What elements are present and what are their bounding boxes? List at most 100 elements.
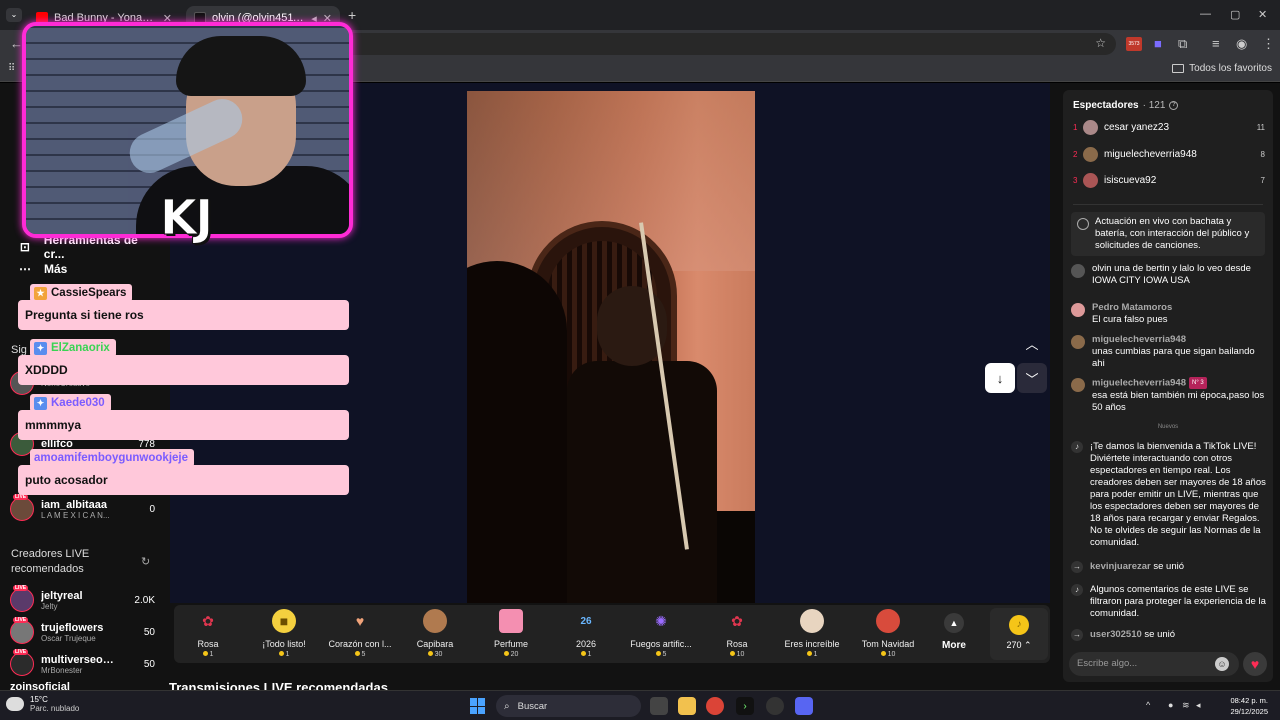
live-badge: LIVE	[13, 617, 29, 623]
refresh-icon[interactable]: ↻	[141, 555, 150, 568]
previous-live-button[interactable]: ︿	[1017, 328, 1047, 358]
weather-widget[interactable]: 15°C Parc. nublado	[6, 695, 79, 713]
extension-icon[interactable]: ■	[1154, 36, 1162, 51]
gift-item[interactable]: ✺ Fuegos artific... 5	[624, 609, 698, 659]
profile-icon[interactable]: ◉	[1236, 36, 1247, 52]
rose-icon: ✿	[202, 612, 214, 629]
gift-item[interactable]: Perfume 20	[474, 609, 548, 658]
sponge-icon: ■	[272, 609, 296, 633]
recommended-creator[interactable]: zoinsoficial	[10, 681, 155, 690]
top-viewer[interactable]: 2 miguelecheverria948 8	[1073, 145, 1265, 163]
gift-item[interactable]: Tom Navidad 10	[851, 609, 925, 658]
chat-input[interactable]: Escribe algo...	[1069, 652, 1239, 676]
santa-icon	[876, 609, 900, 633]
chat-panel: Espectadores · 121 ? 1 cesar yanez23 11 …	[1063, 90, 1273, 682]
apps-icon[interactable]: ⠿	[8, 63, 15, 74]
wifi-icon[interactable]: ≋	[1182, 700, 1190, 711]
gift-item[interactable]: ♥ Corazón con l... 5	[323, 609, 397, 658]
following-account[interactable]: LIVE iam_albitaaa L A M E X I C A N... 0	[10, 494, 155, 523]
perfume-icon	[499, 609, 523, 633]
coin-icon: ♪	[1009, 615, 1029, 635]
download-button[interactable]: ↓	[985, 363, 1015, 393]
overlay-chat-message: amoamifemboygunwookjeje puto acosador	[18, 449, 349, 495]
avatar: LIVE	[10, 617, 34, 644]
rank-badge: N° 3	[1189, 377, 1207, 389]
viewers-header[interactable]: Espectadores · 121 ?	[1073, 100, 1179, 111]
media-control-icon[interactable]: ≡	[1212, 36, 1220, 51]
live-video[interactable]	[467, 91, 755, 603]
fireworks-icon: ✺	[655, 612, 667, 629]
gift-item[interactable]: Eres increíble 1	[775, 609, 849, 658]
taskbar-search[interactable]: ⌕ Buscar	[496, 695, 641, 717]
chat-message[interactable]: olvin una de bertin y lalo lo veo desde …	[1071, 263, 1267, 287]
subscriber-badge-icon: ✦	[34, 396, 47, 410]
discord-icon[interactable]	[795, 697, 813, 715]
minimize-button[interactable]: —	[1200, 8, 1211, 20]
overlay-chat-message: ✦ Kaede030 mmmmya	[18, 394, 349, 440]
gift-item[interactable]: Capibara 30	[398, 609, 472, 658]
recommended-creator[interactable]: LIVE multiverseof... MrBonester 50	[10, 649, 155, 678]
task-view-icon[interactable]	[650, 697, 668, 715]
like-heart-button[interactable]: ♥	[1243, 652, 1267, 676]
hand-heart-icon: ♥	[355, 613, 365, 629]
new-tab-button[interactable]: +	[348, 7, 356, 23]
enter-icon: →	[1071, 561, 1083, 573]
gift-item[interactable]: ✿ Rosa 10	[700, 609, 774, 659]
avatar	[1071, 335, 1085, 349]
obs-icon[interactable]	[766, 697, 784, 715]
avatar: LIVE	[10, 585, 34, 612]
star-icon[interactable]: ☆	[1095, 36, 1106, 50]
capybara-icon	[423, 609, 447, 633]
gift-item[interactable]: 26 2026 1	[549, 609, 623, 659]
chat-message[interactable]: Pedro Matamoros El cura falso pues	[1071, 302, 1267, 326]
subscriber-badge-icon: ★	[34, 286, 47, 300]
menu-icon[interactable]: ⋮	[1262, 36, 1275, 52]
close-window-button[interactable]: ✕	[1258, 8, 1267, 21]
download-icon: ↓	[996, 370, 1004, 386]
live-badge: LIVE	[13, 649, 29, 655]
chat-message[interactable]: miguelecheverria948 N° 3 esa está bien tam…	[1071, 377, 1267, 414]
microphone-icon[interactable]: ●	[1168, 700, 1173, 710]
gift-item[interactable]: ■ ¡Todo listo! 1	[247, 609, 321, 658]
new-messages-divider[interactable]: Nuevos	[1063, 424, 1273, 430]
avatar	[1071, 378, 1085, 392]
gift-bar: ✿ Rosa 1 ■ ¡Todo listo! 1 ♥ Corazón con …	[174, 605, 1050, 663]
divider	[1073, 204, 1263, 205]
avatar: LIVE	[10, 649, 34, 676]
tab-search-button[interactable]: ⌄	[6, 8, 22, 22]
system-clock[interactable]: 08:42 p. m. 29/12/2025	[1220, 695, 1268, 717]
avatar: LIVE	[10, 494, 34, 521]
top-viewer[interactable]: 1 cesar yanez23 11	[1073, 118, 1265, 136]
more-gifts-button[interactable]: ▲ More	[934, 613, 974, 651]
chevron-up-icon[interactable]: ^	[1146, 700, 1150, 710]
avatar	[1083, 146, 1098, 162]
join-message: → user302510 se unió	[1071, 629, 1176, 641]
maximize-button[interactable]: ▢	[1230, 8, 1240, 21]
puzzle-icon[interactable]: ⧉	[1178, 36, 1187, 52]
recommended-creator[interactable]: LIVE jeltyreal Jelty 2.0K	[10, 585, 155, 614]
recommended-creators-heading: Creadores LIVE recomendados	[11, 548, 90, 575]
volume-icon[interactable]: ◂	[1196, 700, 1201, 711]
gift-item[interactable]: ✿ Rosa 1	[171, 609, 245, 659]
subscriber-badge-icon: ✦	[34, 341, 47, 355]
sidebar-item-more[interactable]: ⋯ Más	[18, 262, 67, 276]
extension-badge[interactable]: 3573	[1126, 37, 1142, 51]
next-live-button[interactable]: ﹀	[1017, 363, 1047, 393]
windows-start-icon[interactable]	[470, 698, 486, 714]
top-viewer[interactable]: 3 isiscueva92 7	[1073, 171, 1265, 189]
avatar	[1083, 119, 1098, 135]
terminal-icon[interactable]: ›	[736, 697, 754, 715]
recommended-creator[interactable]: LIVE trujeflowers Oscar Trujeque 50	[10, 617, 155, 646]
streamer-logo: KJ	[159, 190, 213, 247]
avatar	[1083, 172, 1098, 188]
info-icon[interactable]: ?	[1169, 101, 1179, 110]
all-bookmarks-button[interactable]: Todos los favoritos	[1172, 63, 1272, 74]
chat-message[interactable]: miguelecheverria948 unas cumbias para que…	[1071, 334, 1267, 370]
tiktok-icon: ♪	[1071, 584, 1083, 596]
chrome-icon[interactable]	[706, 697, 724, 715]
coin-balance-button[interactable]: ♪ 270 ⌃	[990, 608, 1048, 660]
avatar	[1071, 264, 1085, 278]
join-message: → kevinjuarezar se unió	[1071, 561, 1185, 573]
file-explorer-icon[interactable]	[678, 697, 696, 715]
emoji-icon[interactable]: ☺	[1215, 657, 1229, 671]
